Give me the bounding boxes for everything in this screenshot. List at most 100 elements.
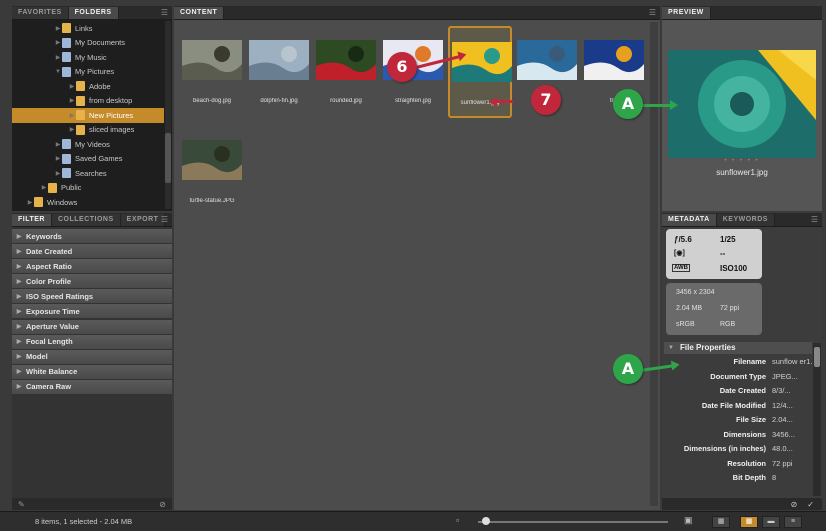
panel-menu-icon[interactable]: ☰ (649, 8, 656, 17)
filter-category-row[interactable]: ▶ Aperture Value (12, 319, 172, 334)
cancel-icon[interactable]: ⊘ (791, 500, 798, 509)
expand-right-icon[interactable]: ▶ (12, 308, 26, 315)
filter-category-row[interactable]: ▶ Focal Length (12, 334, 172, 349)
tab-content[interactable]: CONTENT (174, 7, 225, 19)
folder-tree-item[interactable]: ▶ Public (12, 181, 164, 196)
folder-tree-item[interactable]: ▶ Saved Games (12, 152, 164, 167)
filter-category-row[interactable]: ▶ Exposure Time (12, 304, 172, 319)
property-value[interactable]: 12/4... (772, 401, 812, 416)
zoom-out-icon[interactable]: ▫ (456, 515, 459, 525)
expand-down-icon[interactable]: ▼ (54, 69, 62, 75)
clear-filter-icon[interactable]: ⊘ (159, 500, 166, 509)
tab-keywords[interactable]: KEYWORDS (716, 214, 775, 226)
tab-collections[interactable]: COLLECTIONS (51, 214, 121, 226)
property-value[interactable]: 8/3/... (772, 386, 812, 401)
metadata-scrollbar[interactable] (813, 343, 821, 496)
expand-right-icon[interactable]: ▶ (12, 323, 26, 330)
tab-favorites[interactable]: FAVORITES (12, 7, 69, 19)
pin-icon[interactable]: ✎ (18, 500, 25, 509)
thumbnail-image[interactable] (584, 40, 644, 80)
expand-right-icon[interactable]: ▶ (12, 233, 26, 240)
preview-image[interactable] (668, 50, 816, 158)
thumbnail-image[interactable] (452, 42, 512, 82)
expand-right-icon[interactable]: ▶ (12, 383, 26, 390)
section-toggle-icon[interactable]: ▼ (668, 342, 674, 354)
view-thumbnails-button[interactable]: ▦ (740, 516, 758, 528)
expand-right-icon[interactable]: ▶ (26, 199, 34, 206)
expand-right-icon[interactable]: ▶ (12, 293, 26, 300)
folder-tree-item[interactable]: ▶ Windows (12, 195, 164, 210)
folder-tree-item[interactable]: ▶ My Music (12, 50, 164, 65)
thumbnail-item[interactable]: sunflower1.jpg (448, 26, 512, 118)
property-value[interactable]: 2.04... (772, 415, 812, 430)
folder-tree-item[interactable]: ▶ New Pictures (12, 108, 164, 123)
expand-right-icon[interactable]: ▶ (54, 141, 62, 148)
thumbnail-item[interactable]: turtle-statue.JPG (180, 126, 244, 218)
property-value[interactable]: 48.0... (772, 444, 812, 459)
expand-right-icon[interactable]: ▶ (12, 248, 26, 255)
folder-tree-item[interactable]: ▶ My Videos (12, 137, 164, 152)
panel-menu-icon[interactable]: ☰ (161, 215, 168, 224)
expand-right-icon[interactable]: ▶ (54, 39, 62, 46)
property-value[interactable]: 72 ppi (772, 459, 812, 474)
tab-export[interactable]: EXPORT (120, 214, 166, 226)
tab-folders[interactable]: FOLDERS (68, 7, 119, 19)
filter-category-row[interactable]: ▶ Date Created (12, 244, 172, 259)
property-value[interactable]: 8 (772, 473, 812, 488)
expand-right-icon[interactable]: ▶ (54, 25, 62, 32)
expand-right-icon[interactable]: ▶ (68, 126, 76, 133)
folder-tree-item[interactable]: ▶ Searches (12, 166, 164, 181)
scroll-thumb[interactable] (814, 347, 820, 367)
expand-right-icon[interactable]: ▶ (68, 112, 76, 119)
filter-category-row[interactable]: ▶ Model (12, 349, 172, 364)
folder-tree-item[interactable]: ▶ My Documents (12, 36, 164, 51)
thumbnail-item[interactable]: rounded.jpg (314, 26, 378, 118)
thumbnail-image[interactable] (517, 40, 577, 80)
filter-category-row[interactable]: ▶ Color Profile (12, 274, 172, 289)
folder-tree-item[interactable]: ▶ from desktop (12, 94, 164, 109)
view-details-button[interactable]: ▬ (762, 516, 780, 528)
property-value[interactable]: sunflow er1.jpg (772, 357, 812, 372)
content-scrollbar[interactable] (650, 22, 658, 506)
thumbnail-image[interactable] (182, 140, 242, 180)
thumbnail-image[interactable] (249, 40, 309, 80)
expand-right-icon[interactable]: ▶ (68, 97, 76, 104)
expand-right-icon[interactable]: ▶ (68, 83, 76, 90)
expand-right-icon[interactable]: ▶ (12, 353, 26, 360)
panel-menu-icon[interactable]: ☰ (811, 215, 818, 224)
expand-right-icon[interactable]: ▶ (12, 263, 26, 270)
panel-menu-icon[interactable]: ☰ (161, 8, 168, 17)
folder-tree-item[interactable]: ▶ Adobe (12, 79, 164, 94)
thumbnail-image[interactable] (316, 40, 376, 80)
tab-filter[interactable]: FILTER (12, 214, 52, 226)
filter-category-row[interactable]: ▶ Keywords (12, 229, 172, 243)
property-value[interactable]: JPEG... (772, 372, 812, 387)
expand-right-icon[interactable]: ▶ (12, 368, 26, 375)
filter-category-row[interactable]: ▶ White Balance (12, 364, 172, 379)
view-list-button[interactable]: ≡ (784, 516, 802, 528)
thumbnail-item[interactable]: beach-dog.jpg (180, 26, 244, 118)
expand-right-icon[interactable]: ▶ (12, 278, 26, 285)
expand-right-icon[interactable]: ▶ (12, 338, 26, 345)
folders-scrollbar[interactable] (165, 21, 171, 209)
apply-icon[interactable]: ✓ (807, 500, 814, 509)
filter-category-row[interactable]: ▶ Aspect Ratio (12, 259, 172, 274)
property-value[interactable]: 3456... (772, 430, 812, 445)
expand-right-icon[interactable]: ▶ (54, 170, 62, 177)
zoom-in-icon[interactable]: ▣ (684, 515, 693, 526)
filter-category-row[interactable]: ▶ ISO Speed Ratings (12, 289, 172, 304)
expand-right-icon[interactable]: ▶ (54, 54, 62, 61)
tab-metadata[interactable]: METADATA (662, 214, 717, 226)
filter-category-row[interactable]: ▶ Camera Raw (12, 379, 172, 394)
folder-tree-item[interactable]: ▼ My Pictures (12, 65, 164, 80)
slider-knob[interactable] (482, 517, 490, 525)
expand-right-icon[interactable]: ▶ (40, 184, 48, 191)
tab-preview[interactable]: PREVIEW (662, 7, 711, 19)
expand-right-icon[interactable]: ▶ (54, 155, 62, 162)
thumbnail-size-slider[interactable] (478, 517, 668, 525)
file-properties-header[interactable]: ▼ File Properties (664, 342, 812, 354)
folder-tree-item[interactable]: ▶ Links (12, 21, 164, 36)
thumbnail-image[interactable] (182, 40, 242, 80)
view-grid-lock-button[interactable]: ▦ (712, 516, 730, 528)
thumbnail-item[interactable]: dolphin-fin.jpg (247, 26, 311, 118)
